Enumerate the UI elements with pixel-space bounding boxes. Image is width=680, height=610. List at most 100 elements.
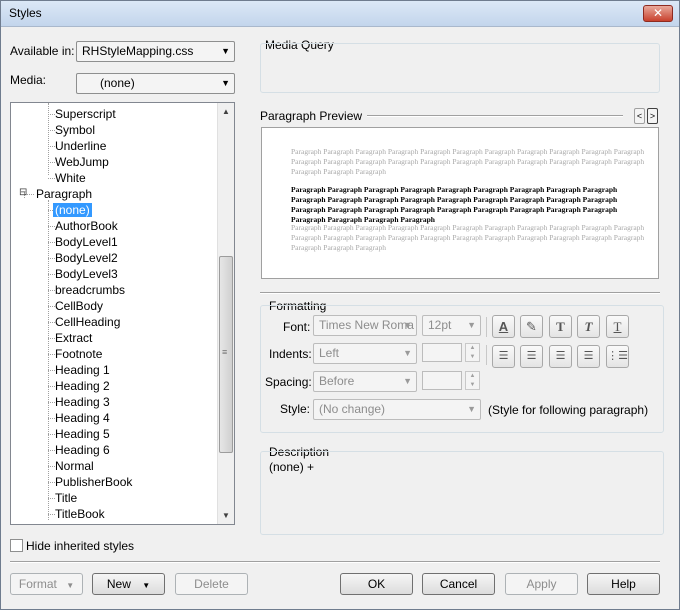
new-button[interactable]: New ▼	[92, 573, 165, 595]
tree-item-extract[interactable]: Extract	[55, 331, 92, 345]
indents-value-field[interactable]	[422, 343, 462, 362]
hide-inherited-label: Hide inherited styles	[26, 539, 135, 553]
tree-item-none[interactable]: (none)	[53, 203, 92, 217]
tree-scrollbar[interactable]: ▲ ≡ ▼	[217, 103, 234, 524]
apply-button[interactable]: Apply	[505, 573, 578, 595]
highlight-icon[interactable]: ✎	[520, 315, 543, 338]
tree-connector	[48, 290, 55, 291]
italic-icon[interactable]: T	[577, 315, 600, 338]
tree-item-titlebook[interactable]: TitleBook	[55, 507, 105, 521]
media-query-box[interactable]	[260, 43, 660, 93]
tree-connector	[48, 338, 55, 339]
align-left-icon[interactable]: ☰	[492, 345, 515, 368]
help-button[interactable]: Help	[587, 573, 660, 595]
delete-button[interactable]: Delete	[175, 573, 248, 595]
bullets-icon[interactable]: ⋮☰	[606, 345, 629, 368]
scroll-thumb[interactable]: ≡	[219, 256, 233, 453]
chevron-right-icon[interactable]: >	[647, 108, 658, 124]
indents-select[interactable]: Left ▼	[313, 343, 417, 364]
tree-item-heading-4[interactable]: Heading 4	[55, 411, 110, 425]
font-size-select[interactable]: 12pt ▼	[422, 315, 481, 336]
bold-icon[interactable]: T	[549, 315, 572, 338]
hide-inherited-checkbox[interactable]	[10, 539, 23, 552]
font-select[interactable]: Times New Roma ▼	[313, 315, 417, 336]
chevron-left-icon[interactable]: <	[634, 108, 645, 124]
tree-item-bodylevel2[interactable]: BodyLevel2	[55, 251, 118, 265]
tree-item-white[interactable]: White	[55, 171, 86, 185]
style-tree[interactable]: Superscript Symbol Underline WebJump Whi…	[10, 102, 235, 525]
next-style-select[interactable]: (No change) ▼	[313, 399, 481, 420]
tree-item-superscript[interactable]: Superscript	[55, 107, 116, 121]
ok-button[interactable]: OK	[340, 573, 413, 595]
tree-item-footnote[interactable]: Footnote	[55, 347, 102, 361]
tree-item-title[interactable]: Title	[55, 491, 77, 505]
justify-icon[interactable]: ☰	[577, 345, 600, 368]
tree-connector	[48, 434, 55, 435]
tree-item-heading-1[interactable]: Heading 1	[55, 363, 110, 377]
spacing-value-field[interactable]	[422, 371, 462, 390]
scroll-up-icon[interactable]: ▲	[218, 103, 234, 120]
spacing-select[interactable]: Before ▼	[313, 371, 417, 392]
format-label: Format	[18, 577, 57, 591]
tree-item-symbol[interactable]: Symbol	[55, 123, 95, 137]
tree-item-heading-3[interactable]: Heading 3	[55, 395, 110, 409]
toolbar-divider	[486, 345, 487, 365]
format-button[interactable]: Format ▼	[10, 573, 83, 595]
tree-connector	[48, 242, 55, 243]
spacing-spinner[interactable]: ▲ ▼	[465, 371, 480, 390]
tree-item-webjump[interactable]: WebJump	[55, 155, 109, 169]
tree-item-breadcrumbs[interactable]: breadcrumbs	[55, 283, 125, 297]
paragraph-preview: Paragraph Paragraph Paragraph Paragraph …	[261, 127, 659, 279]
font-color-icon[interactable]: A	[492, 315, 515, 338]
tree-item-cellheading[interactable]: CellHeading	[55, 315, 120, 329]
tree-connector	[48, 114, 55, 115]
font-size-value: 12pt	[428, 318, 452, 332]
tree-item-normal[interactable]: Normal	[55, 459, 94, 473]
cancel-button[interactable]: Cancel	[422, 573, 495, 595]
chevron-down-icon: ▼	[467, 404, 476, 414]
collapse-icon[interactable]: ⊟	[19, 187, 27, 198]
tree-item-bodylevel1[interactable]: BodyLevel1	[55, 235, 118, 249]
tree-connector	[48, 386, 55, 387]
scroll-down-icon[interactable]: ▼	[218, 507, 234, 524]
available-in-label: Available in:	[10, 44, 75, 58]
underline-icon[interactable]: T	[606, 315, 629, 338]
close-button[interactable]: ✕	[643, 5, 673, 22]
spacing-value: Before	[319, 374, 355, 388]
toolbar-divider	[486, 317, 487, 337]
spacing-label: Spacing:	[265, 375, 312, 389]
style-note: (Style for following paragraph)	[488, 403, 649, 417]
tree-item-heading-6[interactable]: Heading 6	[55, 443, 110, 457]
available-in-select[interactable]: RHStyleMapping.css ▼	[76, 41, 235, 62]
align-center-icon[interactable]: ☰	[520, 345, 543, 368]
tree-item-heading-5[interactable]: Heading 5	[55, 427, 110, 441]
indents-value: Left	[319, 346, 340, 360]
preview-bold-paragraph: Paragraph Paragraph Paragraph Paragraph …	[291, 185, 618, 224]
tree-item-heading-2[interactable]: Heading 2	[55, 379, 110, 393]
description-text: (none) +	[269, 460, 315, 474]
bottom-separator	[10, 561, 660, 563]
preview-gray-paragraph: Paragraph Paragraph Paragraph Paragraph …	[291, 223, 645, 252]
align-right-icon[interactable]: ☰	[549, 345, 572, 368]
next-style-value: (No change)	[319, 402, 386, 416]
font-label: Font:	[283, 320, 311, 334]
preview-separator	[367, 115, 623, 117]
indents-spinner[interactable]: ▲ ▼	[465, 343, 480, 362]
media-select[interactable]: (none) ▼	[76, 73, 235, 94]
chevron-down-icon: ▼	[221, 46, 230, 56]
tree-item-underline[interactable]: Underline	[55, 139, 106, 153]
tree-item-paragraph[interactable]: Paragraph	[36, 187, 92, 201]
tree-connector	[48, 322, 55, 323]
tree-item-cellbody[interactable]: CellBody	[55, 299, 103, 313]
tree-item-publisherbook[interactable]: PublisherBook	[55, 475, 132, 489]
tree-item-bodylevel3[interactable]: BodyLevel3	[55, 267, 118, 281]
tree-item-authorbook[interactable]: AuthorBook	[55, 219, 118, 233]
tree-connector	[48, 306, 55, 307]
chevron-down-icon: ▼	[403, 376, 412, 386]
tree-connector	[48, 482, 55, 483]
media-label: Media:	[10, 73, 47, 87]
tree-connector	[48, 178, 55, 179]
tree-connector	[48, 130, 55, 131]
grip-icon: ≡	[222, 347, 228, 357]
tree-connector	[48, 466, 55, 467]
